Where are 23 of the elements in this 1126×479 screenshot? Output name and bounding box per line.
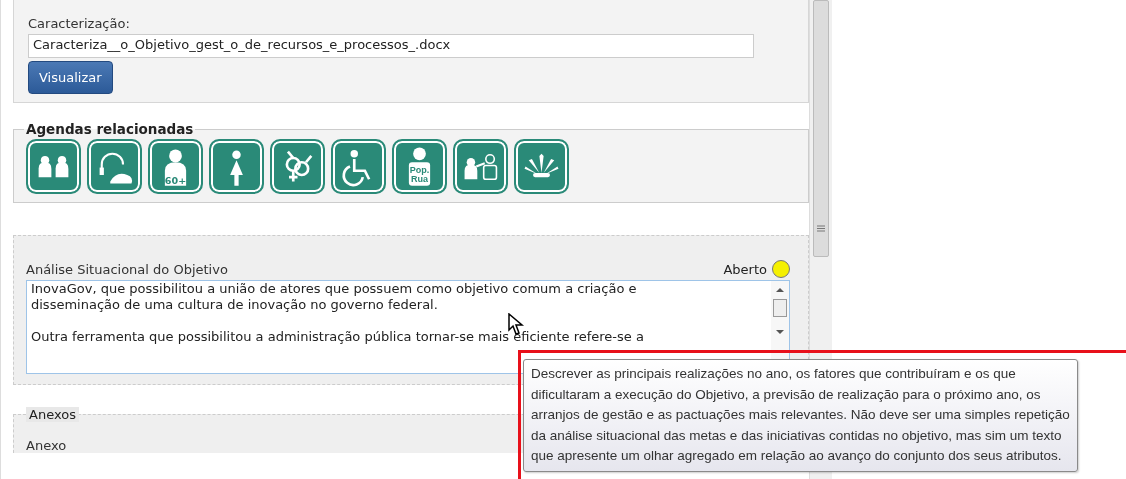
gender-symbols-icon[interactable] bbox=[270, 139, 325, 194]
file-name-field[interactable]: Caracteriza__o_Objetivo_gest_o_de_recursos_e_processos_.docx bbox=[28, 34, 754, 58]
grip-icon bbox=[817, 225, 825, 232]
woman-icon[interactable] bbox=[209, 139, 264, 194]
tooltip: Descrever as principais realizações no ano, os fatores que contribuíram e os que dificultaram a execução do Objetivo, a previsão de realização para o próximo ano, os arranjos de gestão e as pactuações mais relevantes. Não deve ser uma simples repetição da análise situacional das metas e das iniciativas contidas no objetivo, mas sim um texto que apresente um olhar agregado em relação ao avanço do conjunto dos seus atributos. bbox=[523, 359, 1078, 472]
scroll-thumb-icon[interactable] bbox=[773, 299, 787, 317]
two-people-icon[interactable] bbox=[453, 139, 508, 194]
status-label: Aberto bbox=[723, 261, 767, 277]
field-label: Caracterização: bbox=[28, 16, 130, 31]
scroll-down-icon[interactable] bbox=[776, 329, 784, 335]
two-children-icon[interactable] bbox=[26, 139, 81, 194]
view-button[interactable]: Visualizar bbox=[28, 61, 113, 94]
wheelchair-icon[interactable] bbox=[331, 139, 386, 194]
scroll-up-icon[interactable] bbox=[776, 287, 784, 293]
paragraph: InovaGov, que possibilitou a união de atores que possuem como objetivo comum a criação e disseminação de uma cultura de inovação no governo federal. bbox=[31, 281, 637, 313]
scrollbar-thumb[interactable] bbox=[813, 0, 829, 257]
section-title: Anexos bbox=[26, 407, 79, 422]
person-sign-icon[interactable]: Pop. Rua bbox=[392, 139, 447, 194]
field-label: Anexo bbox=[26, 438, 67, 453]
section-title: Agendas relacionadas bbox=[25, 121, 195, 137]
paragraph: Outra ferramenta que possibilitou a administração pública tornar-se mais eficiente refere-se a bbox=[31, 329, 644, 345]
person-icon[interactable]: 60+ bbox=[148, 139, 203, 194]
field-label: Análise Situacional do Objetivo bbox=[26, 261, 228, 277]
